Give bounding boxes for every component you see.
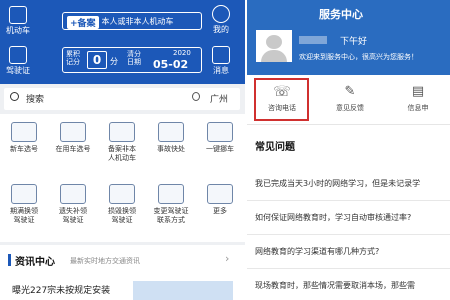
service-center-header: 服务中心 下午好 欢迎来到服务中心，很高兴为您服务！	[247, 0, 450, 75]
tow-icon	[207, 122, 233, 142]
service-new-plate[interactable]: 新车选号	[0, 122, 48, 154]
points-card[interactable]: 累积 记分 0 分 清分 日期 2020 05-02	[62, 47, 202, 73]
news-section: 资讯中心 最新实时地方交通资讯 › 曝光227宗未按规定安装	[0, 245, 245, 300]
message-icon	[212, 46, 230, 64]
service-move-car[interactable]: 一键挪车	[196, 122, 244, 154]
mine-shortcut[interactable]: 我的	[212, 5, 230, 35]
car-icon	[9, 6, 27, 24]
service-lost-license[interactable]: 遗失补领 驾驶证	[49, 184, 97, 225]
action-bar: ☏ 咨询电话 ✎ 意见反馈 ▤ 信息申	[247, 75, 450, 125]
chevron-right-icon[interactable]: ›	[225, 252, 229, 265]
edit-contact-icon	[158, 184, 184, 204]
clear-date-label: 清分 日期	[127, 50, 141, 66]
feedback-icon: ✎	[344, 84, 356, 99]
user-icon	[212, 5, 230, 23]
avatar[interactable]	[256, 30, 292, 62]
service-damaged-license[interactable]: 损毁换领 驾驶证	[98, 184, 146, 225]
license-icon	[60, 184, 86, 204]
mine-label: 我的	[213, 25, 229, 34]
search-icon	[10, 92, 19, 101]
grid-icon	[207, 184, 233, 204]
news-thumbnail[interactable]	[133, 281, 233, 300]
messages-shortcut[interactable]: 消息	[212, 46, 230, 76]
add-plus-badge: +备案	[67, 15, 99, 29]
vehicle-label: 机动车	[6, 26, 30, 35]
info-icon: ▤	[411, 84, 425, 99]
points-unit: 分	[110, 57, 118, 66]
points-value: 0	[87, 51, 107, 69]
document-icon	[109, 122, 135, 142]
greeting: 下午好	[340, 37, 368, 47]
service-more[interactable]: 更多	[196, 184, 244, 216]
license-icon	[9, 46, 27, 64]
left-app: 机动车 驾驶证 +备案 本人或非本人机动车 累积 记分 0 分 清分 日期 20…	[0, 0, 245, 300]
search-bar[interactable]: 搜索 广州	[4, 88, 240, 110]
consult-phone-button[interactable]: ☏ 咨询电话	[247, 75, 317, 123]
faq-item[interactable]: 我已完成当天3小时的网络学习，但是未记录学	[247, 167, 450, 201]
page-title: 服务中心	[319, 8, 363, 21]
blurred-username	[299, 36, 327, 44]
search-placeholder: 搜索	[26, 95, 45, 105]
car-plate-icon	[11, 122, 37, 142]
points-label: 累积 记分	[66, 50, 80, 66]
left-header: 机动车 驾驶证 +备案 本人或非本人机动车 累积 记分 0 分 清分 日期 20…	[0, 0, 245, 84]
service-accident[interactable]: 事故快处	[147, 122, 195, 154]
license-icon	[109, 184, 135, 204]
vehicle-shortcut[interactable]: 机动车	[6, 6, 30, 36]
city-selector[interactable]: 广州	[210, 92, 228, 105]
news-subtitle: 最新实时地方交通资讯	[70, 257, 140, 265]
news-headline[interactable]: 曝光227宗未按规定安装	[12, 283, 110, 296]
add-vehicle-button[interactable]: +备案 本人或非本人机动车	[62, 12, 202, 30]
faq-item[interactable]: 现场教育时，那些情况需要取消本场，那些需	[247, 269, 450, 300]
welcome-text: 欢迎来到服务中心，很高兴为您服务！	[299, 53, 418, 61]
faq-item[interactable]: 如何保证网络教育时，学习自动审核通过率?	[247, 201, 450, 235]
faq-title: 常见问题	[255, 142, 295, 153]
faq-item[interactable]: 网络教育的学习渠道有哪几种方式?	[247, 235, 450, 269]
news-title: 资讯中心	[15, 257, 55, 268]
license-label: 驾驶证	[6, 66, 30, 75]
accident-icon	[158, 122, 184, 142]
car-icon	[60, 122, 86, 142]
right-app: 服务中心 下午好 欢迎来到服务中心，很高兴为您服务！ ☏ 咨询电话 ✎ 意见反馈…	[247, 0, 450, 300]
clear-year: 2020	[173, 49, 191, 57]
license-icon	[11, 184, 37, 204]
feedback-button[interactable]: ✎ 意见反馈	[315, 75, 385, 123]
info-apply-button[interactable]: ▤ 信息申	[383, 75, 450, 123]
add-vehicle-text: 本人或非本人机动车	[101, 16, 174, 26]
service-used-plate[interactable]: 在用车选号	[49, 122, 97, 154]
clear-date: 05-02	[153, 58, 189, 71]
service-register-vehicle[interactable]: 备案非本 人机动车	[98, 122, 146, 163]
service-grid: 新车选号 在用车选号 备案非本 人机动车 事故快处 一键挪车 期满换领 驾驶证 …	[0, 114, 245, 242]
service-renew-license[interactable]: 期满换领 驾驶证	[0, 184, 48, 225]
messages-label: 消息	[213, 66, 229, 75]
service-change-contact[interactable]: 变更驾驶证 联系方式	[147, 184, 195, 225]
highlight-box	[254, 78, 309, 121]
location-icon	[192, 92, 200, 101]
license-shortcut[interactable]: 驾驶证	[6, 46, 30, 76]
news-bar	[8, 254, 11, 266]
